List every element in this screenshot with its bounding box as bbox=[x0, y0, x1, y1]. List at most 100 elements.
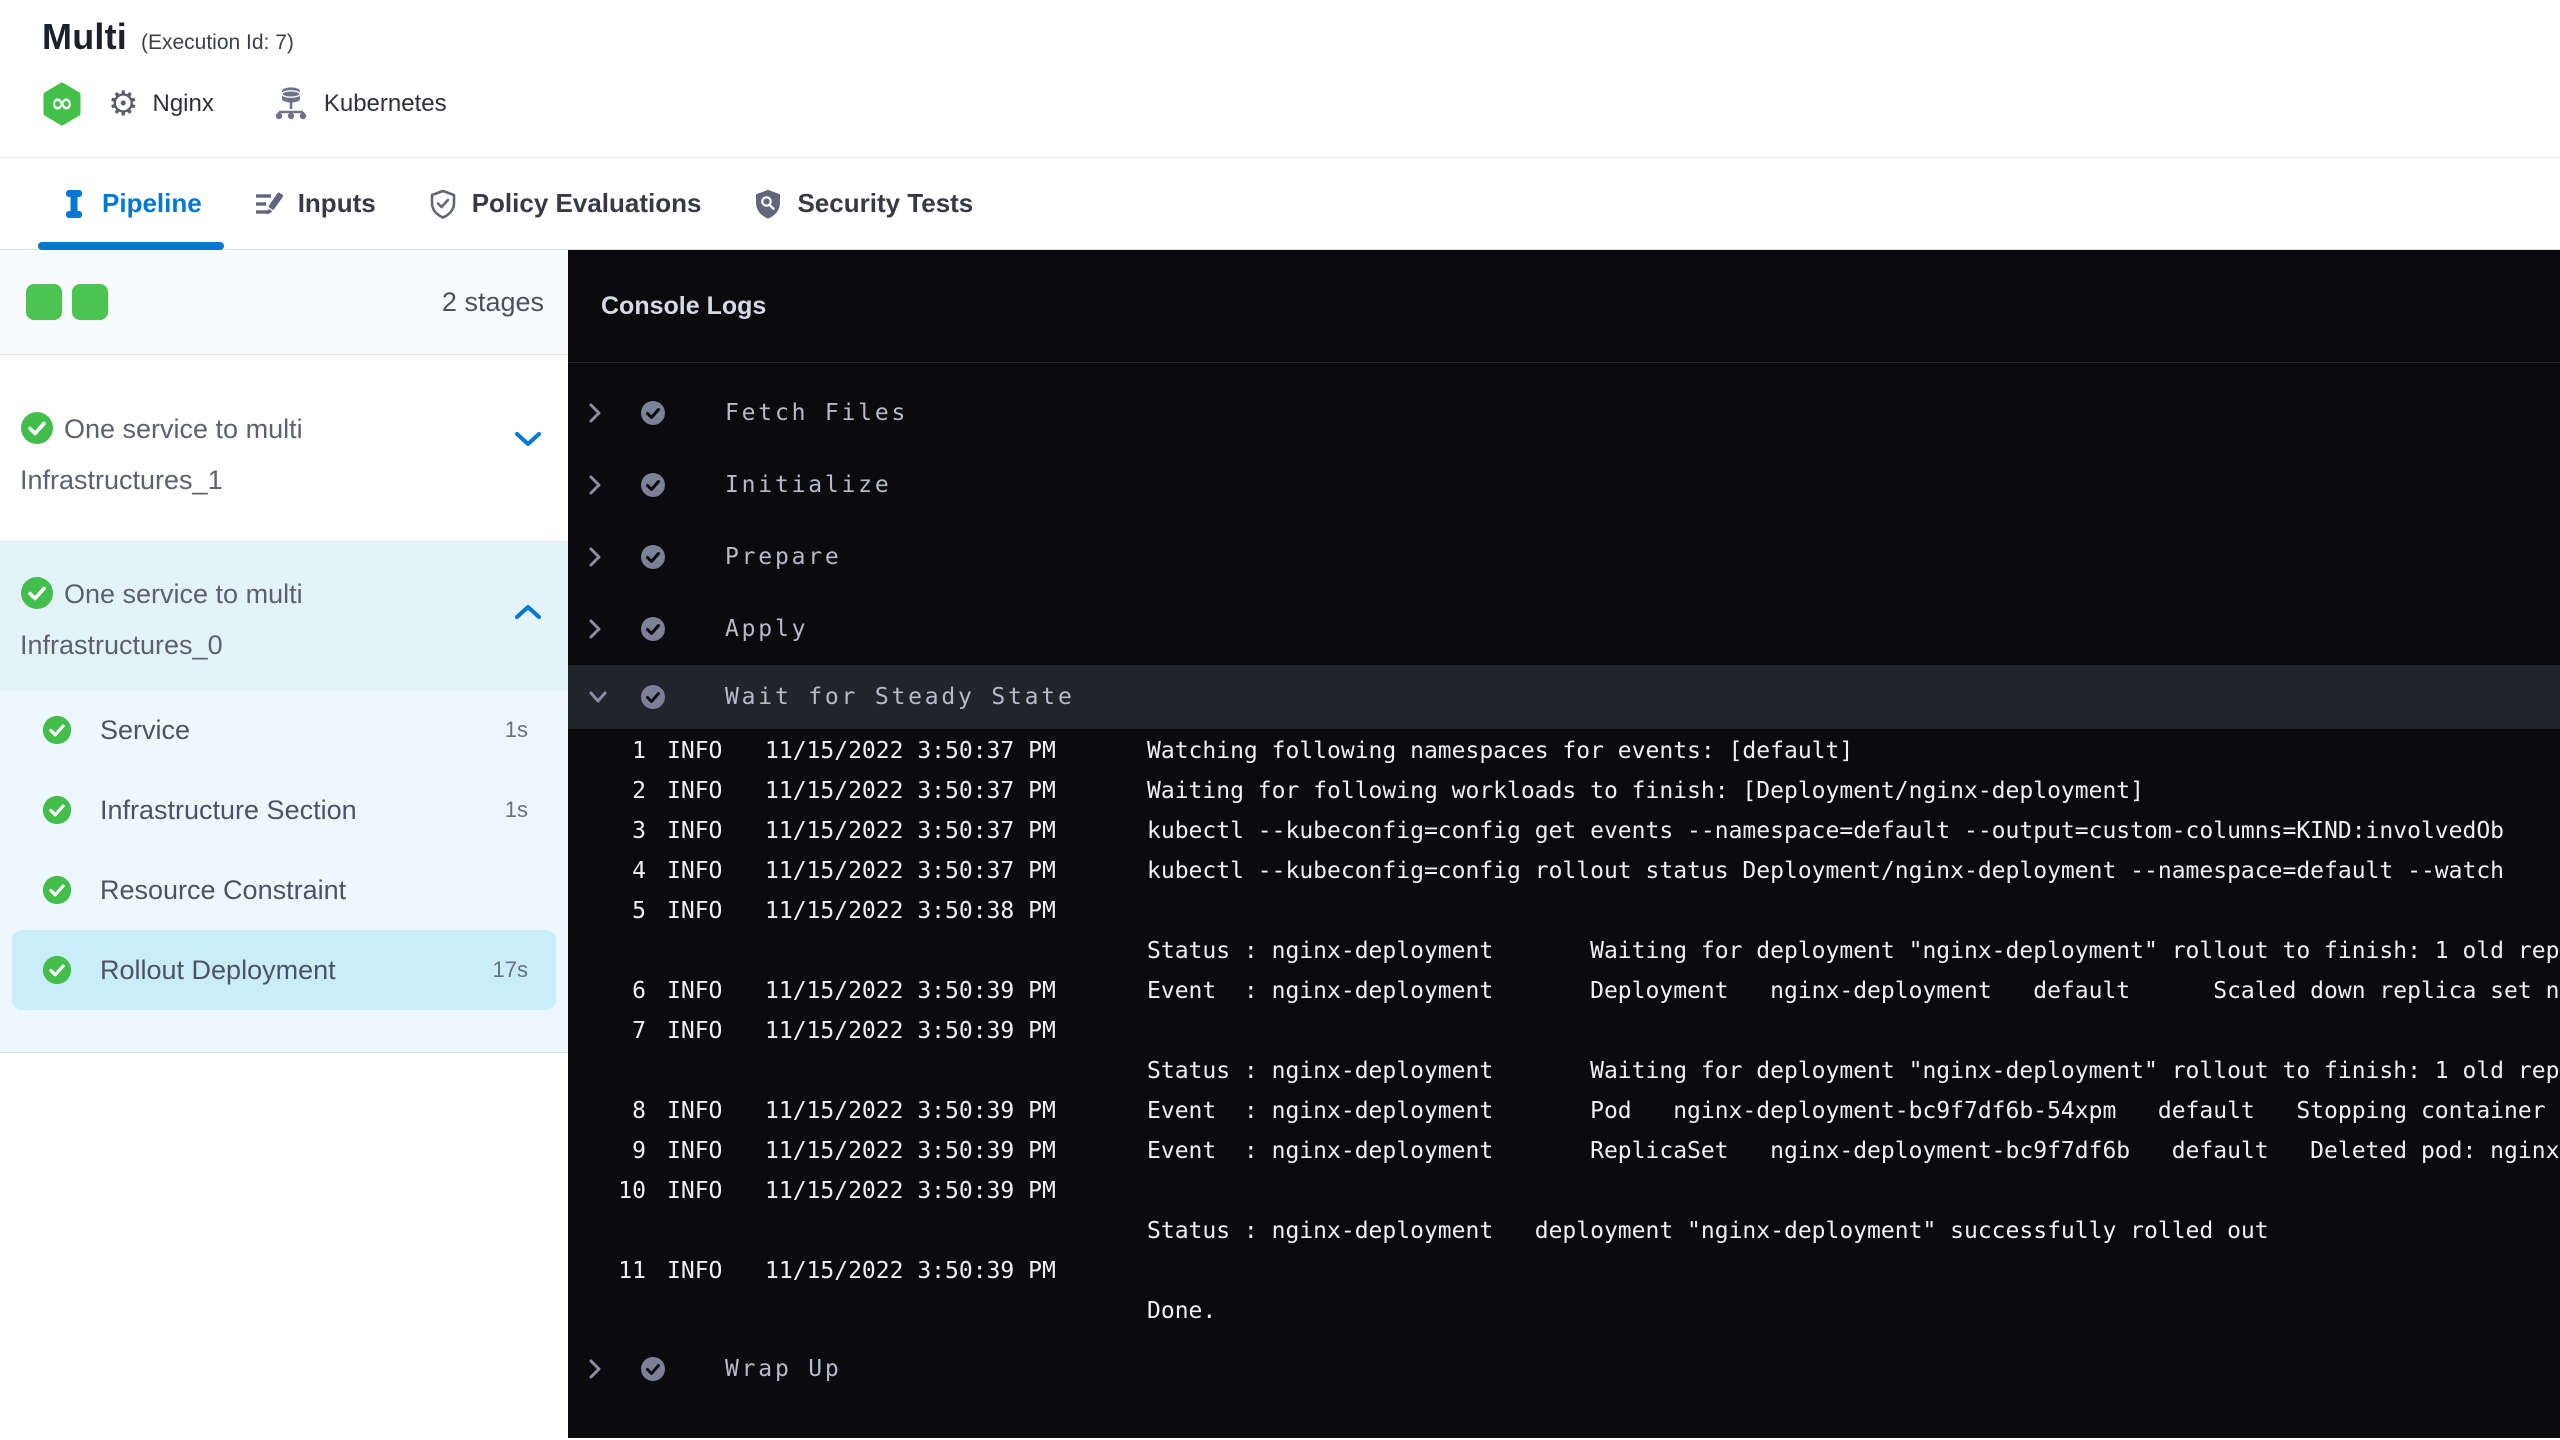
step-success-icon bbox=[640, 684, 666, 710]
log-section-initialize[interactable]: Initialize bbox=[568, 449, 2560, 521]
log-level: INFO bbox=[667, 778, 723, 804]
stage-success-square-icon bbox=[26, 284, 62, 320]
log-level: INFO bbox=[667, 1258, 723, 1284]
log-section-wrap-up[interactable]: Wrap Up bbox=[568, 1333, 2560, 1405]
log-message: Watching following namespaces for events… bbox=[1147, 738, 1854, 764]
infrastructure-tag: Kubernetes bbox=[272, 83, 447, 126]
stage-success-square-icon bbox=[72, 284, 108, 320]
chevron-right-icon bbox=[588, 546, 608, 568]
chevron-right-icon bbox=[588, 402, 608, 424]
step-label: Resource Constraint bbox=[100, 874, 347, 905]
step-resource-constraint[interactable]: Resource Constraint bbox=[0, 850, 568, 930]
success-check-icon bbox=[42, 795, 72, 825]
title-row: Multi (Execution Id: 7) bbox=[42, 0, 2560, 58]
pipeline-icon bbox=[60, 189, 88, 219]
log-section-title: Wait for Steady State bbox=[725, 684, 1075, 710]
service-name: Nginx bbox=[152, 90, 214, 117]
log-section-title: Apply bbox=[725, 616, 809, 642]
log-level: INFO bbox=[667, 1098, 723, 1124]
stage-text: One service to multi Infrastructures_1 bbox=[20, 407, 548, 502]
step-duration: 1s bbox=[504, 797, 528, 822]
log-section-title: Wrap Up bbox=[725, 1356, 842, 1382]
log-section-title: Initialize bbox=[725, 472, 892, 498]
log-line-number: 8 bbox=[632, 1098, 646, 1124]
infrastructure-name: Kubernetes bbox=[323, 90, 447, 117]
stage-name: One service to multi Infrastructures_0 bbox=[20, 579, 303, 660]
page-title: Multi bbox=[42, 16, 127, 57]
log-line: Status : nginx-deployment Waiting for de… bbox=[568, 1051, 2560, 1091]
log-level: INFO bbox=[667, 1178, 723, 1204]
log-message: Event : nginx-deployment Deployment ngin… bbox=[1147, 978, 2560, 1004]
step-service[interactable]: Service 1s bbox=[0, 690, 568, 770]
shield-search-icon bbox=[753, 189, 783, 219]
log-section-wait-for-steady-state[interactable]: Wait for Steady State bbox=[568, 665, 2560, 729]
stage-item-infrastructures-1[interactable]: One service to multi Infrastructures_1 bbox=[0, 355, 568, 542]
step-list: Service 1s Infrastructure Section 1s Res… bbox=[0, 690, 568, 1053]
console-panel: Console Logs Fetch Files Initialize Prep… bbox=[568, 250, 2560, 1438]
log-message: kubectl --kubeconfig=config rollout stat… bbox=[1147, 858, 2505, 884]
log-level: INFO bbox=[667, 738, 723, 764]
step-label: Service bbox=[100, 714, 191, 745]
log-line: 10 INFO 11/15/2022 3:50:39 PM bbox=[568, 1171, 2560, 1211]
log-line: 6 INFO 11/15/2022 3:50:39 PM Event : nginx-… bbox=[568, 971, 2560, 1011]
log-line-number: 1 bbox=[632, 738, 646, 764]
tab-label: Policy Evaluations bbox=[471, 188, 702, 218]
tab-policy-evaluations[interactable]: Policy Evaluations bbox=[406, 158, 724, 249]
tab-security-tests[interactable]: Security Tests bbox=[731, 158, 995, 249]
log-line: 5 INFO 11/15/2022 3:50:38 PM bbox=[568, 891, 2560, 931]
log-line: Done. bbox=[568, 1291, 2560, 1331]
log-message: kubectl --kubeconfig=config get events -… bbox=[1147, 818, 2505, 844]
tab-inputs[interactable]: Inputs bbox=[232, 158, 398, 249]
step-success-icon bbox=[640, 616, 666, 642]
log-line-number: 7 bbox=[632, 1018, 646, 1044]
log-level: INFO bbox=[667, 818, 723, 844]
log-timestamp: 11/15/2022 3:50:39 PM bbox=[765, 1178, 1056, 1204]
log-line-number: 2 bbox=[632, 778, 646, 804]
stage-item-infrastructures-0[interactable]: One service to multi Infrastructures_0 bbox=[0, 542, 568, 690]
page-header: Multi (Execution Id: 7) ∞ ⚙ Nginx Kubern… bbox=[0, 0, 2560, 158]
log-line: 9 INFO 11/15/2022 3:50:39 PM Event : nginx-… bbox=[568, 1131, 2560, 1171]
log-line-number: 9 bbox=[632, 1138, 646, 1164]
log-section-apply[interactable]: Apply bbox=[568, 593, 2560, 665]
log-timestamp: 11/15/2022 3:50:37 PM bbox=[765, 818, 1056, 844]
log-timestamp: 11/15/2022 3:50:39 PM bbox=[765, 1098, 1056, 1124]
step-success-icon bbox=[640, 400, 666, 426]
log-message: Event : nginx-deployment Pod nginx-deplo… bbox=[1147, 1098, 2560, 1124]
step-success-icon bbox=[640, 544, 666, 570]
tab-pipeline[interactable]: Pipeline bbox=[38, 158, 224, 250]
step-infrastructure-section[interactable]: Infrastructure Section 1s bbox=[0, 770, 568, 850]
success-check-icon bbox=[42, 875, 72, 905]
tab-label: Pipeline bbox=[102, 188, 202, 218]
console-title: Console Logs bbox=[568, 250, 2560, 363]
inputs-icon bbox=[254, 189, 284, 219]
chevron-down-icon bbox=[588, 690, 608, 704]
log-timestamp: 11/15/2022 3:50:39 PM bbox=[765, 1258, 1056, 1284]
log-timestamp: 11/15/2022 3:50:39 PM bbox=[765, 1018, 1056, 1044]
log-line: 11 INFO 11/15/2022 3:50:39 PM bbox=[568, 1251, 2560, 1291]
step-rollout-deployment[interactable]: Rollout Deployment 17s bbox=[12, 930, 556, 1010]
tab-bar: Pipeline Inputs Policy Evaluations Secur… bbox=[0, 158, 2560, 250]
service-tag: ⚙ Nginx bbox=[108, 87, 214, 121]
log-line: 8 INFO 11/15/2022 3:50:39 PM Event : nginx-… bbox=[568, 1091, 2560, 1131]
log-level: INFO bbox=[667, 978, 723, 1004]
log-message: Done. bbox=[1147, 1298, 1217, 1324]
log-timestamp: 11/15/2022 3:50:37 PM bbox=[765, 858, 1056, 884]
log-line-number: 3 bbox=[632, 818, 646, 844]
chevron-down-icon[interactable] bbox=[514, 417, 542, 461]
tag-row: ∞ ⚙ Nginx Kubernetes bbox=[42, 82, 2560, 126]
log-section-prepare[interactable]: Prepare bbox=[568, 521, 2560, 593]
chevron-right-icon bbox=[588, 474, 608, 496]
chevron-up-icon[interactable] bbox=[514, 590, 542, 634]
log-line-number: 5 bbox=[632, 898, 646, 924]
stages-summary: 2 stages bbox=[0, 250, 568, 355]
gear-icon: ⚙ bbox=[108, 85, 139, 123]
success-check-icon bbox=[42, 715, 72, 745]
console-body: Fetch Files Initialize Prepare Apply Wai… bbox=[568, 363, 2560, 1438]
success-check-icon bbox=[42, 955, 72, 985]
log-section-fetch-files[interactable]: Fetch Files bbox=[568, 377, 2560, 449]
log-line-number: 4 bbox=[632, 858, 646, 884]
harness-cd-icon: ∞ bbox=[42, 82, 82, 126]
chevron-right-icon bbox=[588, 618, 608, 640]
log-output: 1 INFO 11/15/2022 3:50:37 PM Watching follo… bbox=[568, 731, 2560, 1331]
log-message: Status : nginx-deployment Waiting for de… bbox=[1147, 938, 2560, 964]
